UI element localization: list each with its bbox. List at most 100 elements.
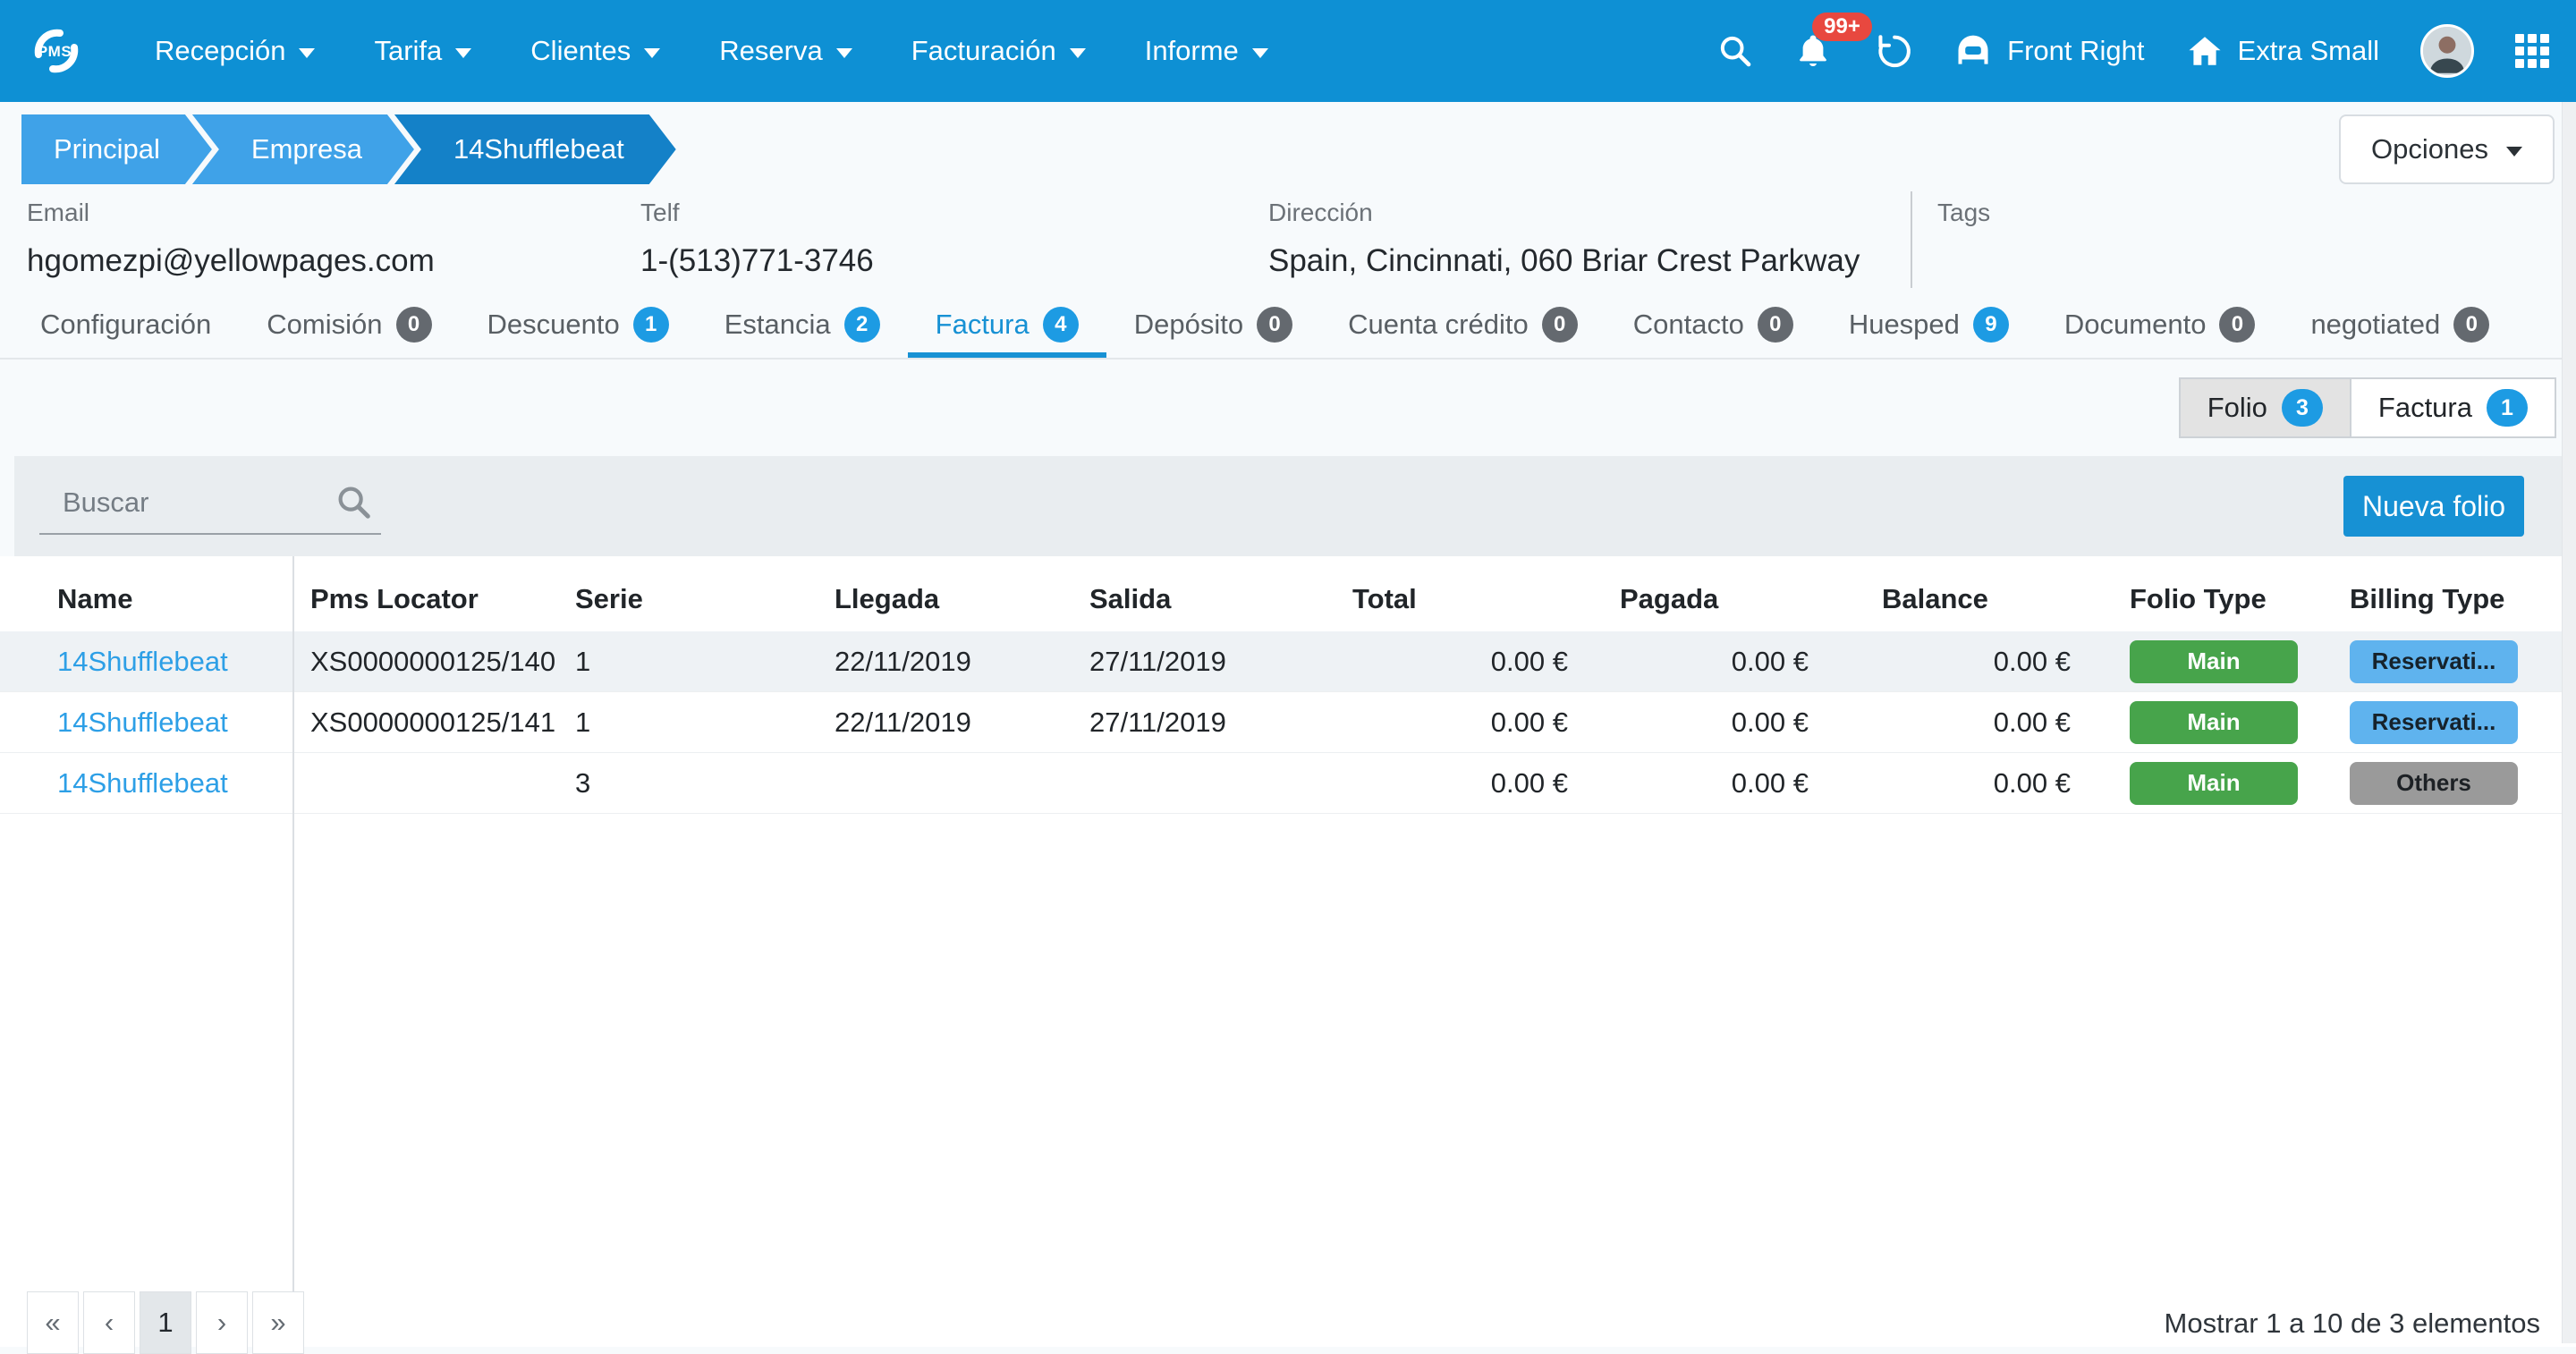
tab-descuento[interactable]: Descuento 1 bbox=[460, 297, 697, 358]
tab-deposito[interactable]: Depósito 0 bbox=[1106, 297, 1320, 358]
col-header-name[interactable]: Name bbox=[0, 556, 292, 631]
tab-contacto[interactable]: Contacto 0 bbox=[1606, 297, 1821, 358]
tags-block: Tags bbox=[1937, 199, 1990, 227]
col-header-llegada[interactable]: Llegada bbox=[814, 556, 1069, 631]
tab-estancia[interactable]: Estancia 2 bbox=[697, 297, 908, 358]
billing-type-badge[interactable]: Reservati... bbox=[2350, 701, 2518, 744]
tab-documento[interactable]: Documento 0 bbox=[2037, 297, 2284, 358]
menu-reserva[interactable]: Reserva bbox=[690, 0, 881, 102]
table-header-row: Name Pms Locator Serie Llegada Salida To… bbox=[0, 556, 2576, 631]
apps-grid-icon[interactable] bbox=[2515, 34, 2549, 68]
search-input[interactable] bbox=[39, 478, 381, 535]
notifications-bell-icon[interactable]: 99+ bbox=[1794, 32, 1832, 70]
property-selector[interactable]: Extra Small bbox=[2186, 32, 2379, 70]
options-button[interactable]: Opciones bbox=[2339, 114, 2555, 184]
cell-pms-locator: XS0000000125/141 bbox=[292, 692, 555, 753]
search-icon[interactable] bbox=[333, 481, 374, 527]
address-value: Spain, Cincinnati, 060 Briar Crest Parkw… bbox=[1268, 243, 1860, 279]
tab-count-badge: 0 bbox=[1542, 307, 1578, 343]
folio-type-badge[interactable]: Main bbox=[2130, 762, 2298, 805]
cell-salida: 27/11/2019 bbox=[1069, 692, 1324, 753]
billing-type-badge[interactable]: Reservati... bbox=[2350, 640, 2518, 683]
tab-label: Cuenta crédito bbox=[1348, 309, 1529, 341]
home-icon bbox=[2186, 32, 2224, 70]
folios-table: Name Pms Locator Serie Llegada Salida To… bbox=[0, 556, 2576, 1347]
tab-huesped[interactable]: Huesped 9 bbox=[1821, 297, 2037, 358]
folio-type-badge[interactable]: Main bbox=[2130, 640, 2298, 683]
folio-name-link[interactable]: 14Shufflebeat bbox=[57, 646, 228, 678]
search-icon[interactable] bbox=[1717, 33, 1753, 69]
notification-count-badge: 99+ bbox=[1812, 13, 1872, 41]
pms-logo[interactable]: PMS bbox=[27, 21, 86, 80]
breadcrumb-principal[interactable]: Principal bbox=[21, 114, 212, 184]
col-header-pms-locator[interactable]: Pms Locator bbox=[292, 556, 555, 631]
breadcrumb-empresa[interactable]: Empresa bbox=[192, 114, 414, 184]
table-toolbar: Nueva folio bbox=[14, 456, 2562, 556]
toggle-factura[interactable]: Factura 1 bbox=[2351, 377, 2556, 438]
col-header-pagada[interactable]: Pagada bbox=[1588, 556, 1825, 631]
cell-serie: 1 bbox=[555, 631, 814, 692]
history-icon[interactable] bbox=[1873, 31, 1912, 71]
tab-label: Descuento bbox=[487, 309, 620, 341]
col-header-balance[interactable]: Balance bbox=[1825, 556, 2080, 631]
tab-configuracion[interactable]: Configuración bbox=[13, 297, 239, 358]
pagination-page-1[interactable]: 1 bbox=[140, 1291, 191, 1354]
tags-label: Tags bbox=[1937, 199, 1990, 227]
menu-recepcion[interactable]: Recepción bbox=[125, 0, 344, 102]
tab-count-badge: 1 bbox=[633, 307, 669, 343]
chevron-down-icon bbox=[1252, 48, 1268, 58]
col-header-total[interactable]: Total bbox=[1324, 556, 1588, 631]
folio-count-badge: 3 bbox=[2282, 389, 2323, 427]
user-avatar[interactable] bbox=[2420, 24, 2474, 78]
search-wrap bbox=[39, 478, 381, 535]
menu-tarifa[interactable]: Tarifa bbox=[344, 0, 501, 102]
folio-name-link[interactable]: 14Shufflebeat bbox=[57, 707, 228, 739]
cell-balance: 0.00 € bbox=[1825, 631, 2080, 692]
view-toggle: Folio 3 Factura 1 bbox=[2179, 377, 2556, 438]
tab-comision[interactable]: Comisión 0 bbox=[239, 297, 459, 358]
tab-cuenta-credito[interactable]: Cuenta crédito 0 bbox=[1320, 297, 1606, 358]
cell-total: 0.00 € bbox=[1324, 692, 1588, 753]
tab-negotiated[interactable]: negotiated 0 bbox=[2283, 297, 2517, 358]
breadcrumb-current[interactable]: 14Shufflebeat bbox=[394, 114, 676, 184]
new-folio-button[interactable]: Nueva folio bbox=[2343, 476, 2524, 537]
col-header-salida[interactable]: Salida bbox=[1069, 556, 1324, 631]
email-value: hgomezpi@yellowpages.com bbox=[27, 243, 435, 279]
navbar-right: 99+ Front Right Extra Small bbox=[1717, 24, 2549, 78]
col-header-serie[interactable]: Serie bbox=[555, 556, 814, 631]
menu-facturacion[interactable]: Facturación bbox=[882, 0, 1115, 102]
results-summary: Mostrar 1 a 10 de 3 elementos bbox=[2165, 1307, 2540, 1340]
cell-serie: 1 bbox=[555, 692, 814, 753]
pagination-first[interactable]: « bbox=[27, 1291, 79, 1354]
company-info: Email hgomezpi@yellowpages.com Telf 1-(5… bbox=[0, 191, 2576, 281]
folio-type-badge[interactable]: Main bbox=[2130, 701, 2298, 744]
workstation-label: Front Right bbox=[2007, 35, 2144, 67]
menu-informe[interactable]: Informe bbox=[1115, 0, 1298, 102]
address-label: Dirección bbox=[1268, 199, 1860, 227]
folio-name-link[interactable]: 14Shufflebeat bbox=[57, 767, 228, 800]
workstation-selector[interactable]: Front Right bbox=[1953, 31, 2144, 71]
chevron-down-icon bbox=[455, 48, 471, 58]
cell-balance: 0.00 € bbox=[1825, 692, 2080, 753]
col-header-billing-type[interactable]: Billing Type bbox=[2317, 556, 2576, 631]
cell-total: 0.00 € bbox=[1324, 753, 1588, 814]
scrollbar[interactable] bbox=[2562, 102, 2576, 1343]
chevron-down-icon bbox=[836, 48, 852, 58]
tab-label: Configuración bbox=[40, 309, 211, 341]
tab-factura[interactable]: Factura 4 bbox=[908, 297, 1106, 358]
menu-clientes[interactable]: Clientes bbox=[501, 0, 690, 102]
tab-label: Comisión bbox=[267, 309, 382, 341]
tab-label: Huesped bbox=[1849, 309, 1960, 341]
pagination-next[interactable]: › bbox=[196, 1291, 248, 1354]
billing-type-badge[interactable]: Others bbox=[2350, 762, 2518, 805]
tab-label: Contacto bbox=[1633, 309, 1744, 341]
pagination-last[interactable]: » bbox=[252, 1291, 304, 1354]
cell-salida: 27/11/2019 bbox=[1069, 631, 1324, 692]
tab-count-badge: 0 bbox=[1758, 307, 1793, 343]
address-block: Dirección Spain, Cincinnati, 060 Briar C… bbox=[1268, 199, 1860, 279]
cell-pagada: 0.00 € bbox=[1588, 753, 1825, 814]
toggle-folio[interactable]: Folio 3 bbox=[2179, 377, 2351, 438]
col-header-folio-type[interactable]: Folio Type bbox=[2080, 556, 2317, 631]
pagination-prev[interactable]: ‹ bbox=[83, 1291, 135, 1354]
cell-balance: 0.00 € bbox=[1825, 753, 2080, 814]
